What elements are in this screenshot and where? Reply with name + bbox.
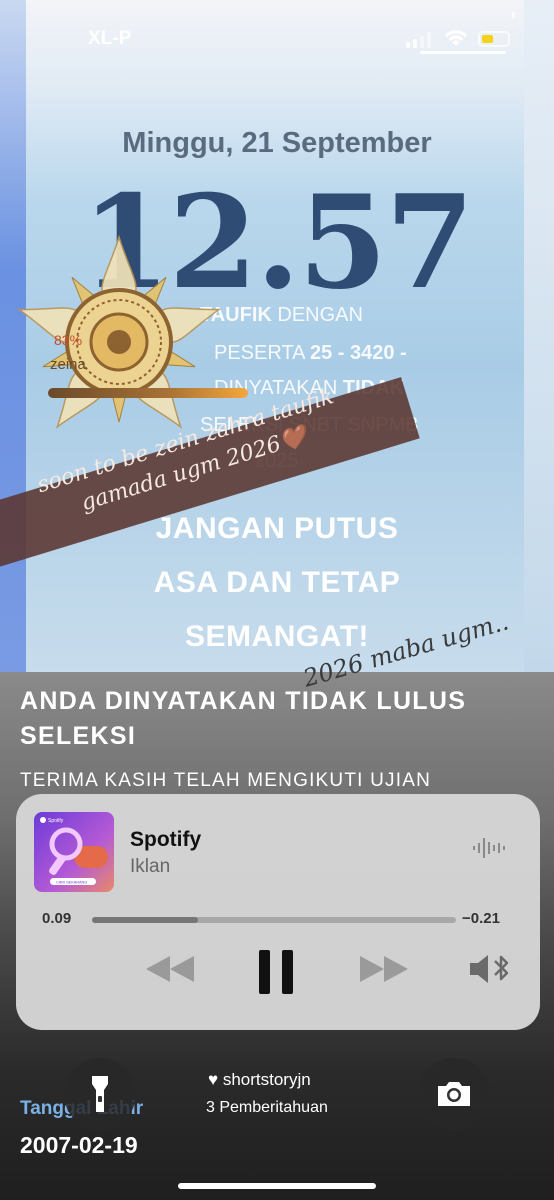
waveform-icon <box>473 838 505 858</box>
birthdate-value: 2007-02-19 <box>20 1132 138 1158</box>
scrubber-fill <box>92 917 198 923</box>
control-center-handle[interactable] <box>420 51 506 54</box>
rewind-icon[interactable] <box>144 954 196 984</box>
elapsed-time: 0.09 <box>42 910 72 927</box>
player-subtitle: Iklan <box>130 856 171 877</box>
flashlight-button[interactable] <box>64 1058 136 1130</box>
overlay-label: zeina <box>50 356 86 373</box>
battery-icon <box>478 31 510 47</box>
home-indicator[interactable] <box>178 1183 376 1189</box>
overlay-progress-bar <box>48 388 248 398</box>
svg-text:Spotify: Spotify <box>48 818 64 824</box>
notification-title[interactable]: ANDA DINYATAKAN TIDAK LULUS SELEKSI <box>20 684 550 754</box>
battery-cap <box>512 12 515 18</box>
signal-icon <box>406 32 431 48</box>
lock-date: Minggu, 21 September <box>122 127 432 159</box>
remaining-time: −0.21 <box>462 910 500 927</box>
camera-button[interactable] <box>418 1058 490 1130</box>
media-player[interactable]: Spotify CARI SEKARANG Spotify Iklan 0.09… <box>16 794 540 1030</box>
wallpaper-big-2: ASA DAN TETAP <box>153 566 401 599</box>
notification-count[interactable]: 3 Pemberitahuan <box>206 1099 328 1117</box>
owner-label: ♥ shortstoryjn <box>208 1070 311 1089</box>
wallpaper-line-2: PESERTA 25 - 3420 - <box>214 342 407 364</box>
notification-body[interactable]: TERIMA KASIH TELAH MENGIKUTI UJIAN <box>20 770 550 792</box>
ugm-emblem-icon <box>16 234 222 429</box>
pause-button[interactable] <box>256 948 296 996</box>
album-art-graphic: Spotify CARI SEKARANG <box>40 817 108 885</box>
camera-icon <box>438 1082 470 1106</box>
fast-forward-icon[interactable] <box>358 954 410 984</box>
overlay-percent: 83% <box>54 332 83 348</box>
heart-icon: ♥ <box>208 1070 219 1089</box>
flashlight-icon <box>92 1076 108 1112</box>
player-title: Spotify <box>130 828 202 851</box>
scrubber[interactable] <box>92 917 456 923</box>
wifi-icon <box>445 30 467 46</box>
carrier-label: XL-P <box>88 28 132 49</box>
svg-text:CARI SEKARANG: CARI SEKARANG <box>56 881 87 885</box>
album-art[interactable]: Spotify CARI SEKARANG <box>34 812 114 892</box>
speaker-bluetooth-icon[interactable] <box>468 952 514 986</box>
wallpaper-line-1: TAUFIK DENGAN <box>200 304 363 326</box>
